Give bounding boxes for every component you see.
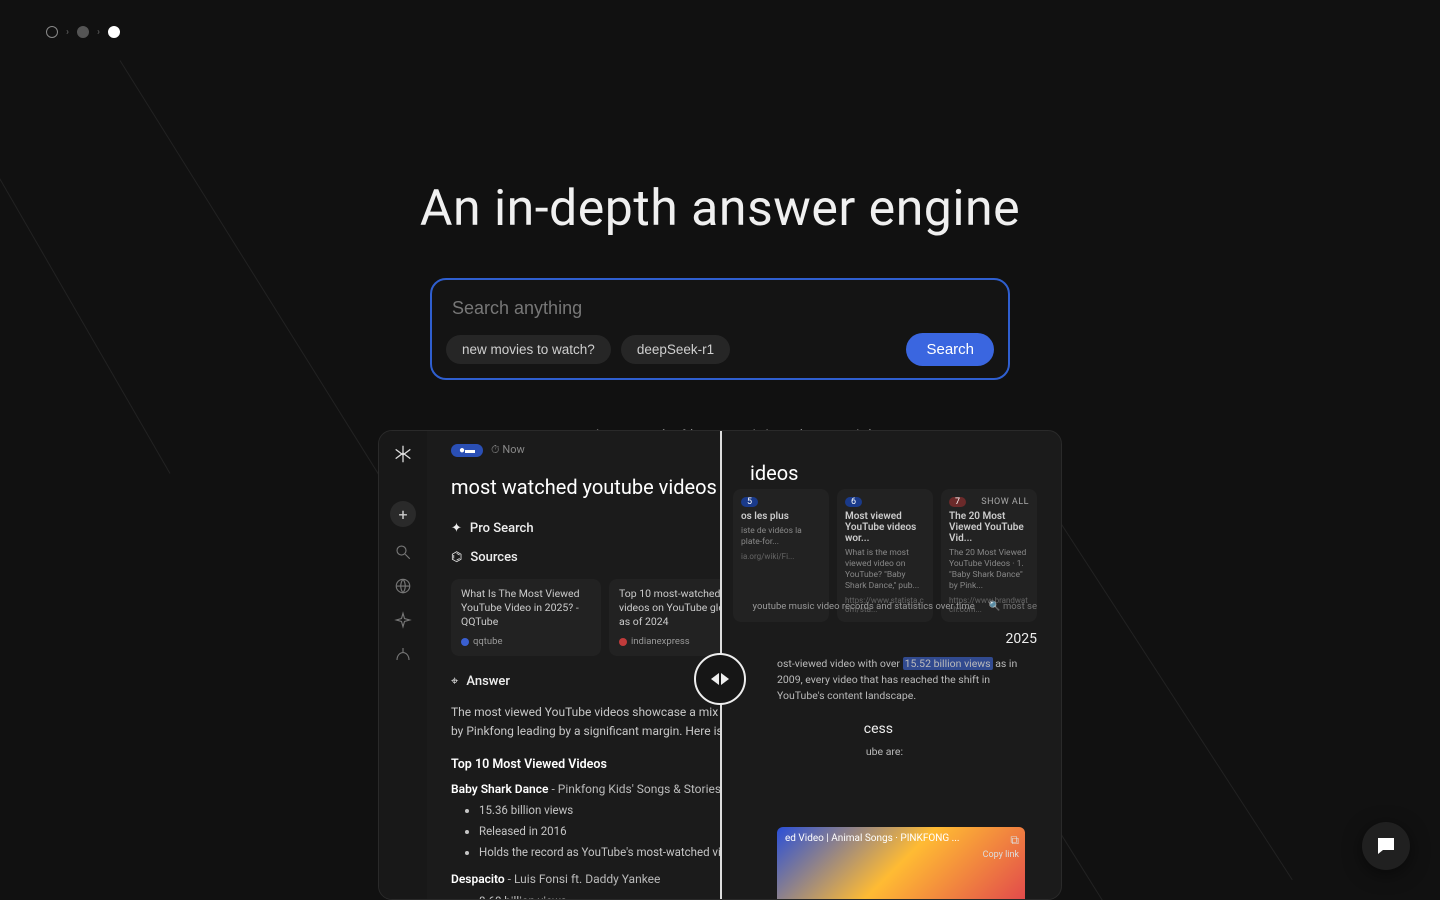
source-domain: qqtube: [473, 636, 503, 649]
right-title-fragment: ideos: [750, 461, 798, 485]
source-snippet: The 20 Most Viewed YouTube Videos · 1. "…: [949, 548, 1029, 592]
right-subtext-fragment: ube are:: [866, 745, 903, 758]
suggestion-chip[interactable]: new movies to watch?: [446, 335, 611, 364]
list-item: Released in 2016: [479, 823, 721, 841]
answer-body: The most viewed YouTube videos showcase …: [451, 703, 721, 899]
source-url: ia.org/wiki/Fi...: [741, 552, 821, 561]
library-icon[interactable]: [394, 645, 412, 663]
support-chat-button[interactable]: [1362, 822, 1410, 870]
model-selector[interactable]: deepSeek-r1: [621, 335, 730, 364]
caret-left-icon: [711, 673, 719, 685]
query-title: most watched youtube videos: [451, 475, 721, 499]
related-search-text[interactable]: youtube music video records and statisti…: [753, 601, 975, 612]
timestamp-label: Now: [502, 443, 524, 456]
left-app-rail: +: [379, 431, 427, 899]
new-thread-button[interactable]: +: [390, 501, 416, 527]
related-search-fragment: most se: [1003, 601, 1037, 612]
sparkle-icon: ✦: [451, 521, 462, 536]
comparison-slider-handle[interactable]: [694, 653, 746, 705]
breadcrumb-step-3[interactable]: [108, 26, 120, 38]
source-title: os les plus: [741, 511, 821, 522]
breadcrumb-step-1[interactable]: [46, 26, 58, 38]
comparison-panel: + ideos 5 os les plus iste de vidéos la …: [378, 430, 1062, 900]
sources-icon: ⌬: [451, 550, 462, 565]
source-card[interactable]: What Is The Most Viewed YouTube Video in…: [451, 579, 601, 656]
video-thumbnail[interactable]: ed Video | Animal Songs · PINKFONG ... ⧉…: [777, 827, 1025, 899]
perplexity-logo-icon: [392, 443, 414, 465]
pro-search-label: Pro Search: [470, 521, 534, 536]
chevron-right-icon: ›: [66, 27, 69, 38]
source-card[interactable]: Top 10 most-watched videos on YouTube gl…: [609, 579, 721, 656]
related-search-row: youtube music video records and statisti…: [753, 601, 1037, 612]
page-title: An in-depth answer engine: [420, 180, 1020, 238]
source-badge: 7: [949, 497, 966, 507]
chevron-right-icon: ›: [97, 27, 100, 38]
right-subheading-fragment: cess: [864, 721, 893, 737]
copy-link-label: Copy link: [983, 850, 1019, 860]
video-caption: ed Video | Animal Songs · PINKFONG ...: [785, 833, 965, 844]
right-section-heading: 2025: [1006, 631, 1037, 647]
answer-icon: ⌖: [451, 674, 458, 689]
answer-subheading: Top 10 Most Viewed Videos: [451, 755, 721, 774]
source-badge: 6: [845, 497, 862, 507]
right-answer-fragment: ost-viewed video with over 15.52 billion…: [777, 656, 1037, 703]
copy-icon[interactable]: ⧉: [1010, 833, 1019, 848]
source-domain: indianexpress: [631, 636, 690, 649]
caret-right-icon: [721, 673, 729, 685]
source-title: Top 10 most-watched videos on YouTube gl…: [619, 587, 721, 630]
pro-search-row[interactable]: ✦ Pro Search: [451, 521, 721, 536]
search-box: new movies to watch? deepSeek-r1 Search: [430, 278, 1010, 380]
source-badge: 5: [741, 497, 758, 507]
search-button[interactable]: Search: [906, 333, 994, 366]
sources-label: Sources: [470, 550, 517, 565]
left-panel-content: ●▬ ⏱ Now + Space / most most watched you…: [427, 431, 721, 899]
video-entry: Despacito - Luis Fonsi ft. Daddy Yankee …: [451, 870, 721, 899]
source-snippet: What is the most viewed video on YouTube…: [845, 548, 925, 592]
sources-header: ⌬ Sources: [451, 550, 721, 565]
status-pill: ●▬: [451, 444, 483, 457]
list-item: 8.60 billion views: [479, 893, 721, 899]
list-item: Holds the record as YouTube's most-watch…: [479, 844, 721, 862]
source-snippet: iste de vidéos la plate-for...: [741, 526, 821, 548]
breadcrumb-step-2[interactable]: [77, 26, 89, 38]
search-icon[interactable]: [394, 543, 412, 561]
answer-header: ⌖ Answer: [451, 674, 721, 689]
source-title: The 20 Most Viewed YouTube Vid...: [949, 511, 1029, 544]
search-input[interactable]: [446, 294, 994, 333]
source-title: Most viewed YouTube videos wor...: [845, 511, 925, 544]
video-entry: Baby Shark Dance - Pinkfong Kids' Songs …: [451, 780, 721, 862]
globe-icon[interactable]: [394, 577, 412, 595]
answer-label: Answer: [466, 674, 510, 689]
answer-intro: The most viewed YouTube videos showcase …: [451, 705, 721, 738]
sparkle-icon[interactable]: [394, 611, 412, 629]
show-all-button[interactable]: SHOW ALL: [981, 497, 1029, 507]
left-top-bar: ●▬ ⏱ Now + Space / most: [451, 443, 721, 457]
list-item: 15.36 billion views: [479, 802, 721, 820]
breadcrumb[interactable]: › ›: [46, 26, 120, 38]
source-title: What Is The Most Viewed YouTube Video in…: [461, 587, 591, 630]
